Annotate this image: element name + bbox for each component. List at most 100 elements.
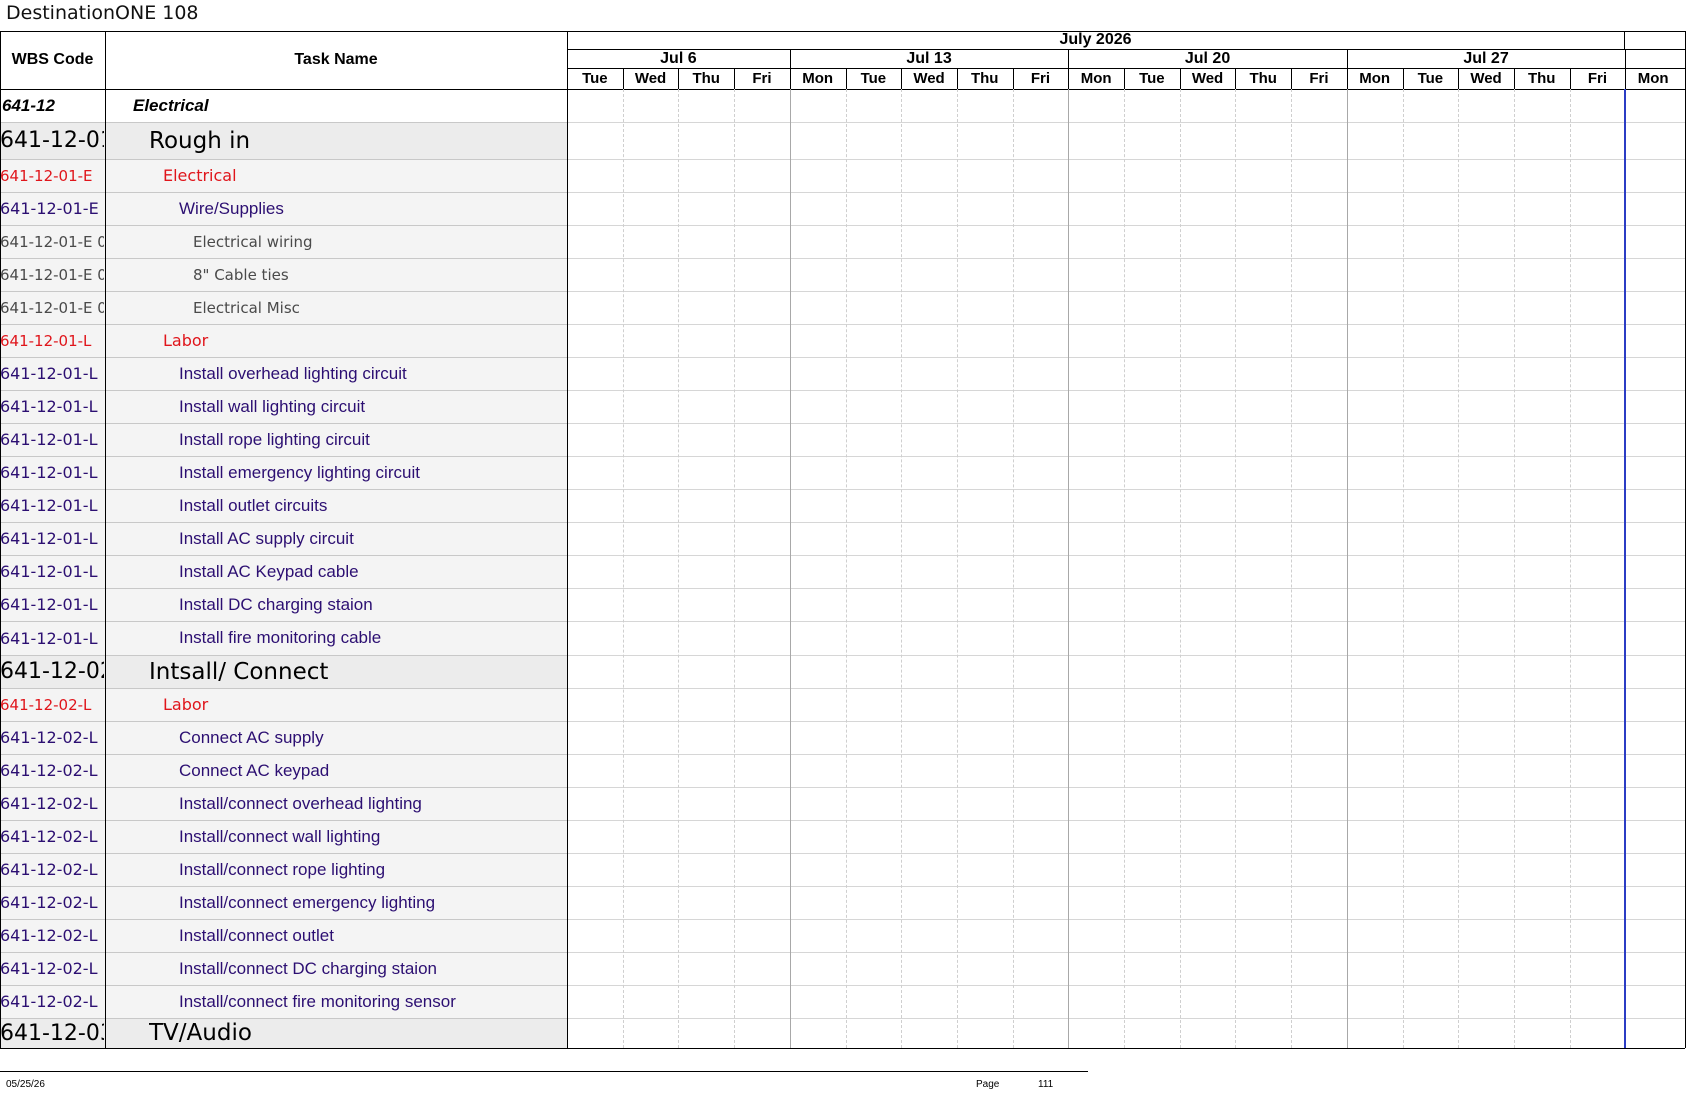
task-name-cell: Labor [163, 695, 209, 714]
task-name-cell: TV/Audio [149, 1020, 252, 1046]
task-name-cell: Install AC supply circuit [179, 528, 354, 548]
week-header: Jul 13 [906, 49, 952, 67]
table-row: 641-12-02-L Install/connect DC charging s… [0, 952, 567, 985]
header-bottom-border [0, 89, 1685, 90]
day-header: Mon [1080, 70, 1112, 87]
day-header-divider [734, 68, 735, 89]
task-name-cell: Wire/Supplies [179, 198, 284, 218]
wbs-code-cell: 641-12-02-L [0, 893, 98, 912]
task-name-cell: Electrical wiring [193, 232, 313, 251]
day-header: Fri [1030, 70, 1051, 87]
row-divider [0, 754, 567, 755]
week-header-divider [1347, 49, 1348, 68]
table-row: 641-12-01-L Install emergency lighting ci… [0, 456, 567, 489]
table-row: 641-12-01-L Install DC charging staion [0, 588, 567, 621]
table-row: 641-12-01-L Install rope lighting circuit [0, 423, 567, 456]
task-name-cell: Intsall/ Connect [149, 658, 329, 685]
row-divider [0, 258, 567, 259]
footer-divider [0, 1071, 1088, 1072]
day-header: Wed [634, 70, 667, 87]
day-header: Fri [1309, 70, 1329, 87]
day-grid-line [1570, 89, 1571, 1048]
task-name-cell: 8" Cable ties [193, 265, 289, 284]
wbs-code-cell: 641-12-01-L [0, 397, 98, 416]
task-name-cell: Electrical [163, 166, 237, 185]
day-grid-line [623, 89, 624, 1048]
month-header-end [1624, 31, 1625, 49]
task-name-cell: Connect AC keypad [179, 760, 330, 780]
week-header: Jul 20 [1184, 49, 1231, 67]
row-divider [0, 1018, 567, 1019]
day-header-divider [623, 68, 624, 89]
day-grid-line [957, 89, 958, 1048]
day-header-divider [901, 68, 902, 89]
row-divider [0, 588, 567, 589]
table-bottom-border [0, 1048, 1685, 1049]
task-name-cell: Install wall lighting circuit [179, 396, 366, 416]
wbs-code-cell: 641-12-02-L [0, 827, 98, 846]
day-header-divider [1235, 68, 1236, 89]
day-header: Wed [1470, 70, 1502, 87]
table-row: 641-12-02-L Install/connect fire monitori… [0, 985, 567, 1018]
day-grid-line [1013, 89, 1014, 1048]
row-divider [0, 159, 567, 160]
day-grid-line [790, 89, 791, 1048]
task-name-cell: Install AC Keypad cable [179, 561, 359, 581]
row-divider [0, 985, 567, 986]
wbs-code-cell: 641-12-01-L [0, 430, 98, 449]
day-header: Tue [860, 70, 887, 87]
table-row: 641-12-02-L Connect AC keypad [0, 754, 567, 787]
wbs-code-header: WBS Code [11, 51, 94, 68]
wbs-code-cell: 641-12-01 [0, 128, 104, 153]
task-name-cell: Install emergency lighting circuit [179, 462, 420, 482]
day-header: Thu [1527, 70, 1556, 87]
table-row: 641-12-02-L Labor [0, 688, 567, 721]
row-divider [0, 522, 567, 523]
table-row: 641-12-02-L Install/connect rope lighting [0, 853, 567, 886]
day-header: Tue [582, 70, 608, 87]
row-divider [0, 357, 567, 358]
table-row: 641-12-01-E Electrical [0, 159, 567, 192]
day-header-divider [790, 68, 791, 89]
table-row: 641-12-01-E 0 Electrical Misc [0, 291, 567, 324]
table-row: 641-12 Electrical [0, 89, 567, 122]
week-header: Jul 27 [1463, 49, 1509, 67]
month-header: July 2026 [1059, 31, 1132, 48]
day-header-divider [1458, 68, 1459, 89]
wbs-code-cell: 641-12-02-L [0, 926, 98, 945]
row-divider [0, 919, 567, 920]
day-header-divider [1124, 68, 1125, 89]
day-grid-line [1403, 89, 1404, 1048]
task-name-cell: Install outlet circuits [179, 495, 328, 515]
day-header: Wed [913, 70, 945, 87]
wbs-code-cell: 641-12-01-L [0, 595, 98, 614]
table-row: 641-12-01-L Labor [0, 324, 567, 357]
footer-page-number: 111 [1038, 1079, 1054, 1090]
row-divider [0, 787, 567, 788]
day-header-divider [678, 68, 679, 89]
day-header: Mon [1359, 70, 1391, 87]
day-header-divider [846, 68, 847, 89]
day-header-divider [1291, 68, 1292, 89]
table-row: 641-12-02-L Install/connect outlet [0, 919, 567, 952]
day-header-divider [1514, 68, 1515, 89]
day-grid-line [1514, 89, 1515, 1048]
wbs-code-cell: 641-12-02-L [0, 761, 98, 780]
wbs-code-cell: 641-12-02-L [0, 992, 98, 1011]
row-divider [0, 456, 567, 457]
task-name-cell: Install/connect rope lighting [179, 859, 386, 879]
day-grid-line [846, 89, 847, 1048]
day-header: Wed [1191, 70, 1224, 87]
day-header-divider [1180, 68, 1181, 89]
day-grid-line [1458, 89, 1459, 1048]
week-header-divider [790, 49, 791, 68]
row-divider [0, 886, 567, 887]
row-divider [0, 820, 567, 821]
day-grid-line [1124, 89, 1125, 1048]
header-top-border [0, 31, 1685, 32]
wbs-code-cell: 641-12-01-L [0, 364, 98, 383]
task-name-cell: Install/connect outlet [179, 925, 334, 945]
row-divider [0, 423, 567, 424]
wbs-code-cell: 641-12-02-L [0, 794, 98, 813]
row-divider [0, 621, 567, 622]
